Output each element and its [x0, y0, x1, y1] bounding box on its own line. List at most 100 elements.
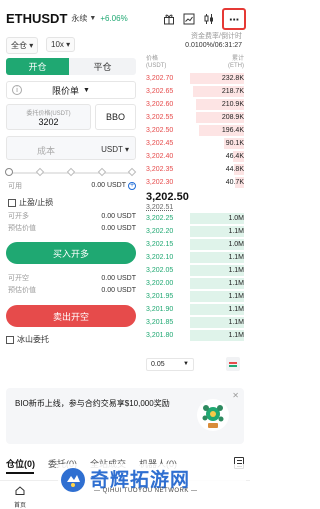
bid-quantity: 1.1M: [228, 306, 244, 313]
symbol-title[interactable]: ETHUSDT: [6, 11, 67, 26]
qty-header: 累计: [231, 56, 244, 62]
order-book-bids: 3,202.25 1.0M 3,202.20 1.1M 3,202.15 1.0M 3,20…: [146, 212, 244, 342]
bid-row[interactable]: 3,202.10 1.1M: [146, 251, 244, 264]
gift-icon[interactable]: [162, 12, 176, 26]
bottom-tab[interactable]: 仓位(0): [6, 457, 35, 470]
ask-price: 3,202.30: [146, 179, 174, 186]
bid-row[interactable]: 3,201.80 1.1M: [146, 329, 244, 342]
bid-quantity: 1.1M: [228, 332, 244, 339]
more-menu-button[interactable]: ···: [222, 8, 246, 30]
bid-quantity: 1.0M: [228, 241, 244, 248]
order-type-label: 限价单: [52, 85, 80, 96]
price-change-badge: +6.06%: [100, 13, 128, 23]
iceberg-checkbox[interactable]: [6, 335, 14, 344]
leverage-select[interactable]: 10x ▾: [46, 37, 76, 52]
ask-price: 3,202.65: [146, 88, 174, 95]
order-book-header: 价格 (USDT) 累计 (ETH): [146, 56, 244, 70]
slider-step-75[interactable]: [97, 167, 107, 177]
promo-illustration-icon: [197, 399, 229, 431]
ask-row[interactable]: 3,202.65 218.7K: [146, 85, 244, 98]
bid-row[interactable]: 3,201.95 1.1M: [146, 290, 244, 303]
bid-quantity: 1.1M: [228, 319, 244, 326]
open-short-row: 可开空 0.00 USDT: [8, 273, 136, 283]
ask-row[interactable]: 3,202.35 44.8K: [146, 163, 244, 176]
promo-text: BIO新币上线，参与合约交易享$10,000奖励: [15, 399, 170, 408]
ask-quantity: 232.8K: [221, 75, 244, 82]
amount-slider[interactable]: [5, 167, 137, 177]
chevron-down-icon: ▼: [183, 361, 189, 367]
close-icon[interactable]: ✕: [232, 391, 239, 400]
transfer-plus-icon[interactable]: +: [128, 182, 136, 190]
order-book-asks: 3,202.70 232.8K 3,202.65 218.7K 3,202.60 210.…: [146, 72, 244, 189]
slider-step-100[interactable]: [127, 167, 137, 177]
bid-row[interactable]: 3,202.25 1.0M: [146, 212, 244, 225]
cost-input[interactable]: 成本 USDT ▾: [6, 136, 136, 160]
slider-step-25[interactable]: [35, 167, 45, 177]
bid-row[interactable]: 3,202.00 1.1M: [146, 277, 244, 290]
bid-price: 3,201.80: [146, 332, 174, 339]
iceberg-checkbox-row[interactable]: 冰山委托: [6, 334, 49, 345]
ask-row[interactable]: 3,202.30 40.7K: [146, 176, 244, 189]
slider-step-50[interactable]: [66, 167, 76, 177]
price-input-label: 委托价格(USDT): [26, 111, 71, 117]
promo-banner[interactable]: BIO新币上线，参与合约交易享$10,000奖励 ✕: [6, 388, 244, 444]
last-price[interactable]: 3,202.50: [146, 191, 189, 203]
open-long-label: 可开多: [8, 213, 29, 220]
nav-home[interactable]: 首页: [14, 482, 26, 509]
contract-type-label[interactable]: 永续: [71, 13, 87, 24]
tab-open-position[interactable]: 开仓: [6, 58, 69, 75]
chevron-down-icon: ▼: [83, 86, 90, 94]
tab-close-position[interactable]: 平仓: [69, 58, 136, 75]
ask-row[interactable]: 3,202.40 46.4K: [146, 150, 244, 163]
nav-home-label: 首页: [14, 503, 27, 509]
ask-quantity: 40.7K: [225, 179, 244, 186]
open-short-label: 可开空: [8, 275, 29, 282]
tpsl-checkbox-row[interactable]: 止盈/止损: [8, 197, 53, 208]
ask-row[interactable]: 3,202.55 208.9K: [146, 111, 244, 124]
ask-row[interactable]: 3,202.50 196.4K: [146, 124, 244, 137]
tpsl-checkbox[interactable]: [8, 198, 16, 207]
bid-price: 3,201.85: [146, 319, 174, 326]
ask-price: 3,202.45: [146, 140, 174, 147]
bid-row[interactable]: 3,202.15 1.0M: [146, 238, 244, 251]
price-header: 价格: [146, 56, 159, 62]
ask-row[interactable]: 3,202.70 232.8K: [146, 72, 244, 85]
ask-quantity: 218.7K: [221, 88, 244, 95]
bid-row[interactable]: 3,202.05 1.1M: [146, 264, 244, 277]
ask-quantity: 210.9K: [221, 101, 244, 108]
open-long-row: 可开多 0.00 USDT: [8, 211, 136, 221]
sell-short-button[interactable]: 卖出开空: [6, 305, 136, 327]
price-input-value[interactable]: 3202: [7, 117, 90, 127]
bid-quantity: 1.1M: [228, 267, 244, 274]
order-type-select[interactable]: i 限价单 ▼: [6, 81, 136, 99]
ask-row[interactable]: 3,202.45 90.1K: [146, 137, 244, 150]
ask-price: 3,202.40: [146, 153, 174, 160]
bbo-button[interactable]: BBO: [95, 104, 136, 130]
info-icon[interactable]: i: [12, 85, 22, 95]
bid-row[interactable]: 3,202.20 1.1M: [146, 225, 244, 238]
est-value-long-row: 预估价值 0.00 USDT: [8, 223, 136, 233]
cost-unit-select[interactable]: USDT ▾: [101, 145, 129, 154]
precision-select[interactable]: 0.05 ▼: [146, 358, 194, 371]
order-book-mode-button[interactable]: [226, 357, 240, 371]
bid-price: 3,202.25: [146, 215, 174, 222]
watermark-subtitle: — QIHUI TUOYOU NETWORK —: [94, 488, 198, 494]
funding-rate-value: 0.0100%/06:31:27: [185, 42, 242, 49]
bid-row[interactable]: 3,201.85 1.1M: [146, 316, 244, 329]
bid-price: 3,202.10: [146, 254, 174, 261]
price-input[interactable]: 委托价格(USDT) 3202: [6, 104, 91, 130]
chevron-down-icon[interactable]: ▼: [89, 15, 96, 22]
slider-handle[interactable]: [5, 168, 13, 176]
qty-unit: (ETH): [228, 63, 244, 69]
ask-row[interactable]: 3,202.60 210.9K: [146, 98, 244, 111]
bid-row[interactable]: 3,201.90 1.1M: [146, 303, 244, 316]
candlestick-icon[interactable]: [202, 12, 216, 26]
chart-icon[interactable]: [182, 12, 196, 26]
buy-long-button[interactable]: 买入开多: [6, 242, 136, 264]
mark-price[interactable]: 3,202.51: [146, 204, 173, 211]
iceberg-label: 冰山委托: [17, 335, 49, 344]
ask-price: 3,202.35: [146, 166, 174, 173]
ask-price: 3,202.70: [146, 75, 174, 82]
est-value-short-row: 预估价值 0.00 USDT: [8, 285, 136, 295]
margin-mode-select[interactable]: 全仓 ▾: [6, 37, 39, 54]
